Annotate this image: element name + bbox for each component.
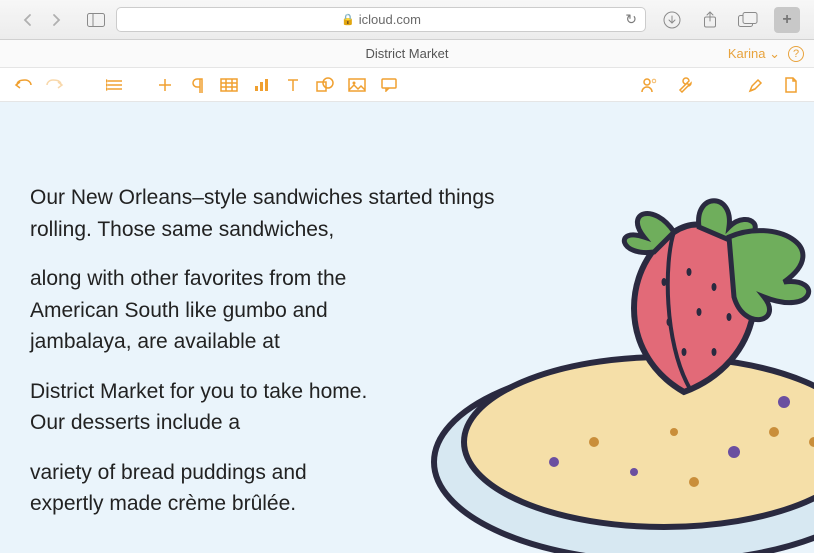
document-panel-button[interactable] bbox=[778, 72, 804, 98]
paragraph: along with other favorites from the Amer… bbox=[30, 263, 410, 358]
paragraph: variety of bread puddings and expertly m… bbox=[30, 457, 370, 520]
comment-button[interactable] bbox=[376, 72, 402, 98]
dessert-illustration bbox=[374, 142, 814, 553]
format-panel-button[interactable] bbox=[742, 72, 768, 98]
table-button[interactable] bbox=[216, 72, 242, 98]
redo-button[interactable] bbox=[42, 72, 68, 98]
app-toolbar bbox=[0, 68, 814, 102]
tools-button[interactable] bbox=[672, 72, 698, 98]
paragraph: District Market for you to take home. Ou… bbox=[30, 376, 370, 439]
help-icon[interactable]: ? bbox=[788, 46, 804, 62]
view-options-button[interactable] bbox=[102, 72, 128, 98]
back-button[interactable] bbox=[16, 8, 40, 32]
share-icon[interactable] bbox=[698, 8, 722, 32]
chart-button[interactable] bbox=[248, 72, 274, 98]
media-button[interactable] bbox=[344, 72, 370, 98]
reload-icon[interactable]: ↻ bbox=[625, 11, 637, 28]
document-title: District Market bbox=[365, 46, 448, 61]
user-menu[interactable]: Karina ⌄ bbox=[728, 46, 780, 62]
browser-toolbar: 🔒 icloud.com ↻ + bbox=[0, 0, 814, 40]
document-title-bar: District Market Karina ⌄ ? bbox=[0, 40, 814, 68]
undo-button[interactable] bbox=[10, 72, 36, 98]
new-tab-button[interactable]: + bbox=[774, 7, 800, 33]
address-bar[interactable]: 🔒 icloud.com ↻ bbox=[116, 7, 646, 32]
lock-icon: 🔒 bbox=[341, 13, 355, 26]
chevron-down-icon: ⌄ bbox=[769, 46, 780, 61]
document-canvas[interactable]: Our New Orleans–style sandwiches started… bbox=[0, 102, 814, 553]
tabs-icon[interactable] bbox=[736, 8, 760, 32]
text-box-button[interactable] bbox=[280, 72, 306, 98]
shape-button[interactable] bbox=[312, 72, 338, 98]
add-page-button[interactable] bbox=[152, 72, 178, 98]
downloads-icon[interactable] bbox=[660, 8, 684, 32]
collaborate-button[interactable] bbox=[636, 72, 662, 98]
forward-button[interactable] bbox=[44, 8, 68, 32]
paragraph-style-button[interactable] bbox=[184, 72, 210, 98]
url-host: icloud.com bbox=[359, 12, 421, 27]
sidebar-icon[interactable] bbox=[84, 8, 108, 32]
